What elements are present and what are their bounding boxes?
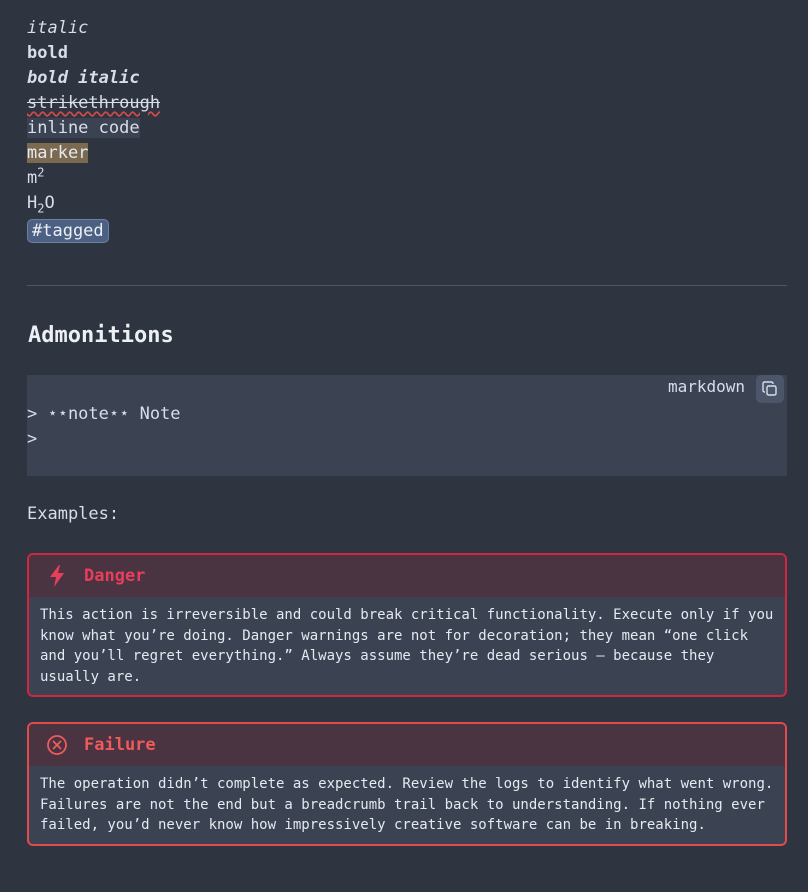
copy-button[interactable] <box>756 375 784 403</box>
bold-italic-text: bold italic <box>27 68 140 88</box>
copy-icon <box>762 381 777 396</box>
danger-admonition-body: This action is irreversible and could br… <box>40 607 774 685</box>
lightning-icon <box>46 565 68 587</box>
x-circle-icon <box>46 734 68 756</box>
code-block: markdown > ⋆⋆note⋆⋆ Note > <box>27 375 787 476</box>
danger-admonition-header: Danger <box>29 555 785 597</box>
superscript-base: m <box>27 168 38 188</box>
danger-admonition-title: Danger <box>84 566 146 586</box>
examples-label: Examples: <box>27 504 120 524</box>
subscript-line: H2O <box>27 191 787 216</box>
subscript-post: O <box>44 193 55 213</box>
tag-line: #tagged <box>27 216 787 246</box>
subscript-pre: H <box>27 193 38 213</box>
code-line: > ⋆⋆note⋆⋆ Note <box>27 404 181 424</box>
code-language-label: markdown <box>667 377 745 396</box>
inline-code-line: inline code <box>27 116 787 141</box>
failure-admonition: Failure The operation didn’t complete as… <box>27 722 787 846</box>
superscript-line: m2 <box>27 166 787 191</box>
failure-admonition-body: The operation didn’t complete as expecte… <box>40 776 774 833</box>
superscript-exponent: 2 <box>37 165 45 180</box>
failure-admonition-title: Failure <box>84 735 156 755</box>
code-line: > <box>27 429 38 449</box>
section-heading: Admonitions <box>28 323 174 348</box>
document: italic bold bold italic strikethrough in… <box>0 0 808 846</box>
strikethrough-text: strikethrough <box>27 93 161 113</box>
strikethrough-line: strikethrough <box>27 91 787 116</box>
italic-text: italic <box>27 18 89 38</box>
bold-text: bold <box>27 43 68 63</box>
tag-badge[interactable]: #tagged <box>27 219 109 243</box>
marker-highlight: marker <box>27 143 89 163</box>
inline-code: inline code <box>27 118 140 138</box>
danger-admonition: Danger This action is irreversible and c… <box>27 553 787 697</box>
failure-admonition-header: Failure <box>29 724 785 766</box>
marker-line: marker <box>27 141 787 166</box>
